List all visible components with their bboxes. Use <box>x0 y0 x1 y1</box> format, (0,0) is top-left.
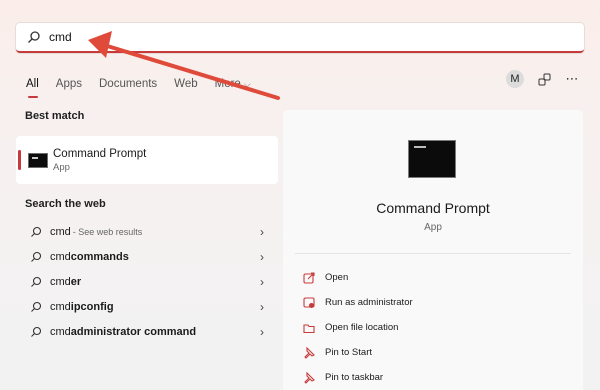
web-result-bold: administrator command <box>70 325 197 338</box>
chevron-right-icon: › <box>260 250 264 264</box>
chevron-down-icon: ⌵ <box>243 79 251 89</box>
web-result-item[interactable]: cmd ipconfig › <box>16 294 278 319</box>
search-icon <box>31 326 42 337</box>
action-pin-to-taskbar-label: Pin to taskbar <box>325 372 384 383</box>
details-actions: Open Run as administrator Open file loca… <box>303 265 413 390</box>
tab-web[interactable]: Web <box>174 78 197 90</box>
search-icon <box>31 301 42 312</box>
results-column: Best match Command Prompt App Search the… <box>16 110 278 344</box>
more-options-icon[interactable]: ⋯ <box>564 71 580 87</box>
pin-icon <box>304 371 315 384</box>
web-result-item[interactable]: cmd commands › <box>16 244 278 269</box>
share-network-icon[interactable] <box>536 71 552 87</box>
chevron-right-icon: › <box>260 325 264 339</box>
action-open[interactable]: Open <box>303 265 413 290</box>
search-web-heading: Search the web <box>25 198 106 210</box>
search-box[interactable] <box>16 23 584 53</box>
web-result-item[interactable]: cmd administrator command › <box>16 319 278 344</box>
header-actions: M ⋯ <box>506 70 580 88</box>
tab-more[interactable]: More ⌵ <box>215 78 251 90</box>
open-external-icon <box>303 271 315 284</box>
web-result-suffix: - See web results <box>72 226 143 237</box>
details-panel: Command Prompt App Open Run as administr… <box>283 110 583 390</box>
details-app-name: Command Prompt <box>376 200 490 216</box>
web-result-bold: commands <box>70 250 129 263</box>
web-result-bold: er <box>70 275 82 288</box>
details-app-type: App <box>424 222 442 233</box>
folder-icon <box>303 323 315 333</box>
action-open-file-location[interactable]: Open file location <box>303 315 413 340</box>
action-pin-to-start-label: Pin to Start <box>325 347 372 358</box>
web-result-text: cmd <box>50 300 71 313</box>
web-result-item[interactable]: cmd - See web results › <box>16 219 278 244</box>
command-prompt-icon <box>408 140 456 178</box>
action-run-as-admin-label: Run as administrator <box>325 297 413 308</box>
search-icon <box>31 226 42 237</box>
chevron-right-icon: › <box>260 275 264 289</box>
search-input[interactable] <box>49 30 529 44</box>
tab-apps[interactable]: Apps <box>56 78 82 90</box>
web-result-text: cmd <box>50 325 71 338</box>
search-icon <box>31 251 42 262</box>
action-run-as-admin[interactable]: Run as administrator <box>303 290 413 315</box>
action-pin-to-start[interactable]: Pin to Start <box>303 340 413 365</box>
tab-more-label: More <box>214 78 241 90</box>
web-result-text: cmd <box>50 250 71 263</box>
tab-all[interactable]: All <box>26 78 39 98</box>
tab-documents[interactable]: Documents <box>99 78 157 90</box>
shield-icon <box>303 296 315 308</box>
web-result-text: cmd <box>50 275 71 288</box>
search-icon <box>31 276 42 287</box>
action-open-label: Open <box>325 272 349 283</box>
best-match-type: App <box>53 161 70 173</box>
divider <box>295 253 571 254</box>
action-open-file-location-label: Open file location <box>325 322 399 333</box>
best-match-name: Command Prompt <box>53 147 147 160</box>
web-result-bold: ipconfig <box>70 300 114 313</box>
web-result-text: cmd <box>50 225 71 238</box>
web-results-list: cmd - See web results › cmd commands › c… <box>16 219 278 344</box>
filter-tabs: All Apps Documents Web More ⌵ <box>26 74 268 98</box>
best-match-item[interactable]: Command Prompt App <box>16 136 278 184</box>
web-result-item[interactable]: cmd er › <box>16 269 278 294</box>
search-icon <box>28 31 40 43</box>
best-match-heading: Best match <box>25 110 85 122</box>
chevron-right-icon: › <box>260 300 264 314</box>
pin-icon <box>304 346 315 359</box>
action-pin-to-taskbar[interactable]: Pin to taskbar <box>303 365 413 390</box>
chevron-right-icon: › <box>260 225 264 239</box>
command-prompt-icon <box>28 152 48 168</box>
avatar[interactable]: M <box>506 70 524 88</box>
